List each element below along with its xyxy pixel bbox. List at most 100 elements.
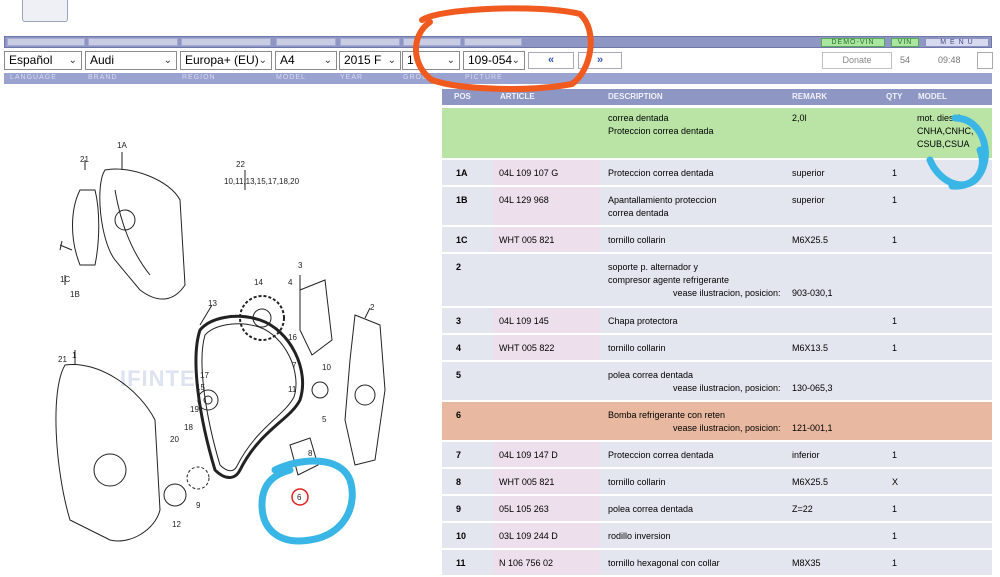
group-value: 1 xyxy=(407,53,414,67)
row-pos: 1B xyxy=(456,195,468,205)
table-row[interactable]: 3 04L 109 145 Chapa protectora 1 xyxy=(442,308,992,335)
row-article[interactable]: 04L 109 147 D xyxy=(493,442,600,467)
row-pos: 1A xyxy=(456,168,468,178)
table-row[interactable]: 8 WHT 005 821 tornillo collarin M6X25.5 … xyxy=(442,469,992,496)
row-remark: inferior xyxy=(792,450,820,460)
row-remark[interactable]: 903-030,1 xyxy=(792,287,833,300)
language-select[interactable]: Español ⌄ xyxy=(4,51,82,70)
parts-table-header: POS ARTICLE DESCRIPTION REMARK QTY MODEL xyxy=(442,89,992,105)
row-article[interactable]: 04L 129 968 xyxy=(493,187,600,225)
row-article[interactable]: 04L 109 107 G xyxy=(493,160,600,185)
region-select[interactable]: Europa+ (EU) ⌄ xyxy=(180,51,272,70)
table-row[interactable]: 9 05L 105 263 polea correa dentada Z=22 … xyxy=(442,496,992,523)
table-row[interactable]: 11 N 106 756 02 tornillo hexagonal con c… xyxy=(442,550,992,577)
callout-22-list: 10,11,13,15,17,18,20 xyxy=(224,177,300,186)
top-band xyxy=(0,0,1000,36)
callout-18: 18 xyxy=(184,423,193,432)
brand-value: Audi xyxy=(90,53,115,67)
callout-15: 15 xyxy=(196,383,205,392)
row-qty: 1 xyxy=(892,343,898,353)
table-row[interactable]: 5 polea correa dentada vease ilustracion,… xyxy=(442,362,992,402)
col-model: MODEL xyxy=(918,92,947,101)
row-qty: 1 xyxy=(892,168,898,178)
callout-17: 17 xyxy=(200,371,209,380)
language-value: Español xyxy=(9,53,53,67)
row-pos: 4 xyxy=(456,343,462,353)
model-value: A4 xyxy=(280,53,295,67)
vin-button[interactable]: VIN xyxy=(891,38,919,47)
selector-labels: LANGUAGE BRAND REGION MODEL YEAR GROU PI… xyxy=(4,73,992,84)
row-qty: 1 xyxy=(892,316,898,326)
chevron-down-icon: ⌄ xyxy=(387,55,396,66)
row-remark: Z=22 xyxy=(792,504,813,514)
table-row[interactable]: 7 04L 109 147 D Proteccion correa dentad… xyxy=(442,442,992,469)
toolbar-segment xyxy=(88,38,178,46)
col-article: ARTICLE xyxy=(500,92,535,101)
table-row[interactable]: 1C WHT 005 821 tornillo collarin M6X25.5… xyxy=(442,227,992,254)
row-remark[interactable]: 130-065,3 xyxy=(792,382,833,395)
option-checkbox[interactable] xyxy=(977,52,993,69)
counter-text: 54 xyxy=(900,55,911,65)
row-qty: 1 xyxy=(892,558,898,568)
callout-7: 7 xyxy=(292,361,297,370)
chevron-down-icon: ⌄ xyxy=(68,55,77,66)
callout-22: 22 xyxy=(236,160,245,169)
callout-5: 5 xyxy=(322,415,327,424)
row-article[interactable]: 03L 109 244 D xyxy=(493,523,600,548)
row-qty: 1 xyxy=(892,450,898,460)
table-row[interactable]: 4 WHT 005 822 tornillo collarin M6X13.5 … xyxy=(442,335,992,362)
exploded-view-drawing[interactable]: 1A 21 1C 1B 22 10,11,13,15,17,18,20 14 1… xyxy=(0,90,440,569)
toolbar-segment xyxy=(464,38,522,46)
picture-select[interactable]: 109-054 ⌄ xyxy=(463,51,525,70)
label-year: YEAR xyxy=(340,74,364,81)
region-value: Europa+ (EU) xyxy=(185,53,259,67)
model-select[interactable]: A4 ⌄ xyxy=(275,51,337,70)
row-article[interactable]: WHT 005 821 xyxy=(493,469,600,494)
menu-button[interactable]: M E N U xyxy=(925,38,989,47)
row-article[interactable]: 05L 105 263 xyxy=(493,496,600,521)
row-remark: superior xyxy=(792,195,825,205)
year-select[interactable]: 2015 F ⌄ xyxy=(339,51,401,70)
table-row[interactable]: 10 03L 109 244 D rodillo inversion 1 xyxy=(442,523,992,550)
row-pos: 8 xyxy=(456,477,462,487)
row-pos: 9 xyxy=(456,504,462,514)
next-picture-button[interactable]: » xyxy=(578,52,622,69)
callout-16: 16 xyxy=(288,333,297,342)
col-qty: QTY xyxy=(886,92,903,101)
row-article[interactable]: N 106 756 02 xyxy=(493,550,600,575)
selector-row: Español ⌄ Audi ⌄ Europa+ (EU) ⌄ A4 ⌄ 2015 F ⌄… xyxy=(4,51,993,71)
row-article[interactable]: WHT 005 821 xyxy=(493,227,600,252)
table-row[interactable]: correa dentada Proteccion correa dentada … xyxy=(442,108,992,160)
row-article[interactable]: 04L 109 145 xyxy=(493,308,600,333)
brand-select[interactable]: Audi ⌄ xyxy=(85,51,177,70)
callout-20: 20 xyxy=(170,435,179,444)
table-row[interactable]: 2 soporte p. alternador y compresor agent… xyxy=(442,254,992,308)
row-qty: 1 xyxy=(892,235,898,245)
table-row[interactable]: 1A 04L 109 107 G Proteccion correa denta… xyxy=(442,160,992,187)
table-row[interactable]: 6 Bomba refrigerante con reten vease ilus… xyxy=(442,402,992,442)
row-pos: 7 xyxy=(456,450,462,460)
picture-value: 109-054 xyxy=(468,53,513,67)
row-pos: 10 xyxy=(456,531,467,541)
model-line: mot. diesel+ xyxy=(917,113,966,123)
row-remark: M6X13.5 xyxy=(792,343,829,353)
app-logo-icon[interactable] xyxy=(22,0,68,22)
group-select[interactable]: 1 ⌄ xyxy=(402,51,460,70)
desc-line: Proteccion correa dentada xyxy=(608,126,714,136)
row-pos: 2 xyxy=(456,262,462,272)
label-brand: BRAND xyxy=(88,74,118,81)
toolbar-segment xyxy=(340,38,400,46)
chevron-down-icon: ⌄ xyxy=(323,55,332,66)
row-pos: 1C xyxy=(456,235,468,245)
donate-button[interactable]: Donate xyxy=(822,52,892,69)
row-remark: 2,0l xyxy=(792,113,807,123)
row-remark[interactable]: 121-001,1 xyxy=(792,422,833,435)
row-article[interactable]: WHT 005 822 xyxy=(493,335,600,360)
parts-diagram: IFINTE 1A 21 1C 1B 22 10,11,13,15,17,18,… xyxy=(0,90,440,569)
prev-picture-button[interactable]: « xyxy=(528,52,574,69)
callout-19: 19 xyxy=(190,405,199,414)
label-group: GROU xyxy=(403,74,428,81)
table-row[interactable]: 1B 04L 129 968 Apantallamiento proteccio… xyxy=(442,187,992,227)
toolbar-segment xyxy=(7,38,85,46)
demo-vin-button[interactable]: DEMO-VIN xyxy=(821,38,885,47)
